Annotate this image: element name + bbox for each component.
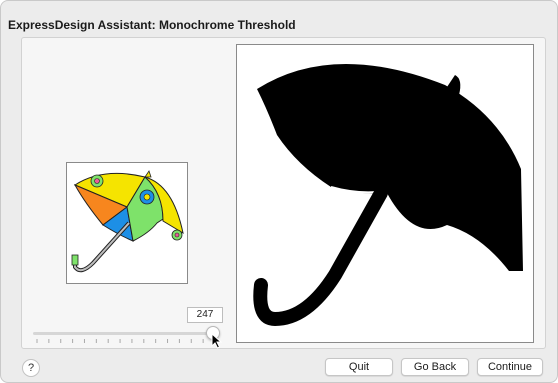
mouse-pointer-icon — [211, 333, 223, 349]
threshold-value-field[interactable]: 247 — [187, 307, 223, 323]
quit-button[interactable]: Quit — [325, 358, 393, 376]
continue-button[interactable]: Continue — [477, 358, 543, 376]
monochrome-preview — [236, 44, 534, 343]
help-button[interactable]: ? — [22, 359, 40, 377]
threshold-slider[interactable] — [31, 322, 221, 348]
slider-ticks — [36, 339, 216, 343]
source-thumbnail — [66, 162, 188, 284]
window-title: ExpressDesign Assistant: Monochrome Thre… — [8, 18, 296, 32]
umbrella-monochrome-icon — [253, 63, 523, 327]
slider-track — [33, 332, 219, 335]
umbrella-color-icon — [71, 170, 184, 273]
assistant-window: ExpressDesign Assistant: Monochrome Thre… — [0, 0, 558, 383]
go-back-button[interactable]: Go Back — [401, 358, 469, 376]
